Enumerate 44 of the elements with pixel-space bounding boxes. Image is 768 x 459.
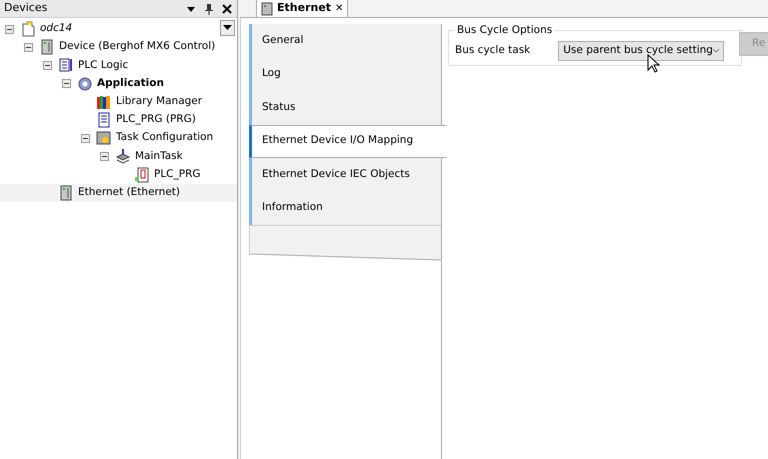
document-icon <box>134 166 150 183</box>
books-icon <box>96 94 112 110</box>
tree-item[interactable]: PLC_PRG <box>154 166 201 182</box>
collapse-icon[interactable] <box>62 79 71 88</box>
tree-item[interactable]: Library Manager <box>116 94 202 110</box>
device-icon <box>39 39 55 56</box>
caret-icon <box>223 25 232 31</box>
device-icon <box>58 184 74 201</box>
tree-item[interactable]: odc14 <box>40 21 72 37</box>
close-button[interactable]: ✕ <box>335 1 344 16</box>
collapse-icon[interactable] <box>100 152 109 161</box>
tree-item[interactable]: Device (Berghof MX6 Control) <box>59 39 216 56</box>
side-tab[interactable]: Log <box>249 58 442 91</box>
side-tab[interactable]: Ethernet Device I/O Mapping <box>249 124 447 158</box>
collapse-icon[interactable] <box>24 42 33 52</box>
tree-item[interactable]: PLC Logic <box>78 58 128 74</box>
tree-item[interactable]: PLC_PRG (PRG) <box>116 112 196 128</box>
tree-item[interactable]: Task Configuration <box>116 130 214 146</box>
collapse-icon[interactable] <box>5 24 14 34</box>
collapse-icon[interactable] <box>81 134 90 143</box>
side-tab[interactable]: Ethernet Device IEC Objects <box>249 158 442 192</box>
editor-tab[interactable]: Ethernet ✕ <box>256 0 348 17</box>
gear-icon <box>77 76 93 92</box>
side-tab[interactable]: Status <box>249 91 442 124</box>
project-icon <box>20 21 36 38</box>
panel-title: Devices <box>4 0 48 16</box>
side-tab[interactable]: Information <box>249 192 442 225</box>
tree-item[interactable]: Ethernet (Ethernet) <box>78 184 180 201</box>
cursor-icon <box>647 54 661 74</box>
close-icon[interactable] <box>221 2 233 14</box>
caret-icon <box>712 48 720 54</box>
pin-icon[interactable] <box>203 2 215 14</box>
device-icon <box>261 2 273 16</box>
task-configuration-icon <box>96 130 112 146</box>
bus-cycle-dropdown[interactable]: Use parent bus cycle setting <box>558 41 724 61</box>
tree-item[interactable]: MainTask <box>135 148 183 164</box>
stack-icon <box>115 148 131 164</box>
collapse-icon[interactable] <box>43 60 52 70</box>
dropdown-button[interactable] <box>220 20 235 36</box>
field-label: Bus cycle task <box>455 43 530 58</box>
tree-item[interactable]: Application <box>97 76 164 92</box>
document-icon <box>58 57 74 74</box>
document-icon <box>96 112 112 128</box>
side-tab[interactable]: General <box>249 24 442 58</box>
